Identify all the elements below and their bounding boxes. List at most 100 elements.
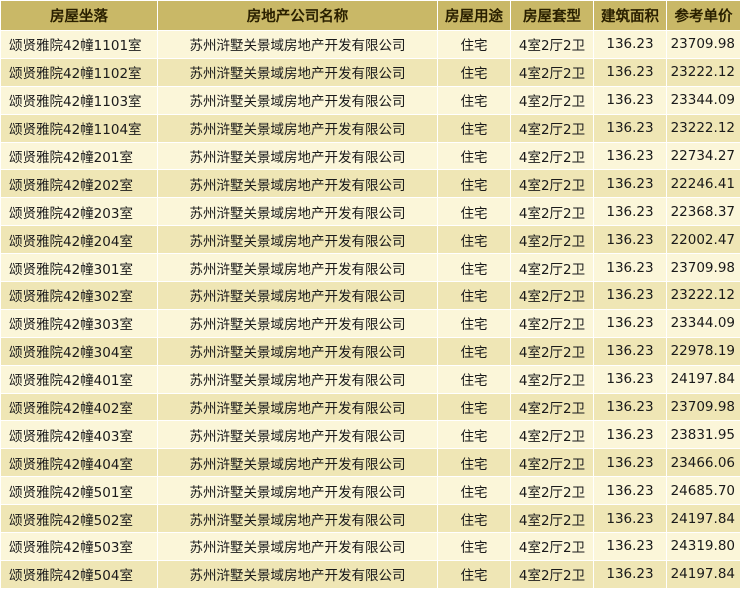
cell-unit-price: 23222.12: [667, 114, 740, 142]
cell-unit-price: 22246.41: [667, 170, 740, 198]
cell-unit-price: 24685.70: [667, 477, 740, 505]
cell-developer: 苏州浒墅关景域房地产开发有限公司: [158, 86, 438, 114]
cell-layout: 4室2厅2卫: [511, 31, 594, 59]
cell-usage: 住宅: [438, 477, 511, 505]
cell-developer: 苏州浒墅关景域房地产开发有限公司: [158, 533, 438, 561]
table-row: 颂贤雅院42幢1101室苏州浒墅关景域房地产开发有限公司住宅4室2厅2卫136.…: [1, 31, 740, 59]
cell-layout: 4室2厅2卫: [511, 86, 594, 114]
cell-developer: 苏州浒墅关景域房地产开发有限公司: [158, 421, 438, 449]
cell-area: 136.23: [594, 337, 667, 365]
cell-location: 颂贤雅院42幢302室: [1, 282, 158, 310]
cell-layout: 4室2厅2卫: [511, 114, 594, 142]
table-row: 颂贤雅院42幢401室苏州浒墅关景域房地产开发有限公司住宅4室2厅2卫136.2…: [1, 365, 740, 393]
cell-usage: 住宅: [438, 31, 511, 59]
table-row: 颂贤雅院42幢503室苏州浒墅关景域房地产开发有限公司住宅4室2厅2卫136.2…: [1, 533, 740, 561]
table-row: 颂贤雅院42幢404室苏州浒墅关景域房地产开发有限公司住宅4室2厅2卫136.2…: [1, 449, 740, 477]
table-header-row: 房屋坐落 房地产公司名称 房屋用途 房屋套型 建筑面积 参考单价: [1, 1, 740, 31]
cell-usage: 住宅: [438, 449, 511, 477]
price-table: 房屋坐落 房地产公司名称 房屋用途 房屋套型 建筑面积 参考单价 颂贤雅院42幢…: [0, 0, 740, 589]
cell-unit-price: 22978.19: [667, 337, 740, 365]
cell-developer: 苏州浒墅关景域房地产开发有限公司: [158, 254, 438, 282]
cell-area: 136.23: [594, 560, 667, 588]
cell-unit-price: 23344.09: [667, 86, 740, 114]
cell-location: 颂贤雅院42幢202室: [1, 170, 158, 198]
cell-area: 136.23: [594, 170, 667, 198]
cell-layout: 4室2厅2卫: [511, 58, 594, 86]
cell-location: 颂贤雅院42幢402室: [1, 393, 158, 421]
cell-layout: 4室2厅2卫: [511, 449, 594, 477]
table-row: 颂贤雅院42幢1103室苏州浒墅关景域房地产开发有限公司住宅4室2厅2卫136.…: [1, 86, 740, 114]
cell-unit-price: 23831.95: [667, 421, 740, 449]
cell-layout: 4室2厅2卫: [511, 309, 594, 337]
table-row: 颂贤雅院42幢203室苏州浒墅关景域房地产开发有限公司住宅4室2厅2卫136.2…: [1, 198, 740, 226]
cell-location: 颂贤雅院42幢503室: [1, 533, 158, 561]
table-row: 颂贤雅院42幢402室苏州浒墅关景域房地产开发有限公司住宅4室2厅2卫136.2…: [1, 393, 740, 421]
table-row: 颂贤雅院42幢303室苏州浒墅关景域房地产开发有限公司住宅4室2厅2卫136.2…: [1, 309, 740, 337]
cell-area: 136.23: [594, 533, 667, 561]
cell-area: 136.23: [594, 477, 667, 505]
cell-area: 136.23: [594, 254, 667, 282]
cell-unit-price: 22368.37: [667, 198, 740, 226]
cell-unit-price: 23709.98: [667, 254, 740, 282]
table-row: 颂贤雅院42幢202室苏州浒墅关景域房地产开发有限公司住宅4室2厅2卫136.2…: [1, 170, 740, 198]
cell-layout: 4室2厅2卫: [511, 533, 594, 561]
cell-location: 颂贤雅院42幢502室: [1, 505, 158, 533]
cell-area: 136.23: [594, 309, 667, 337]
cell-usage: 住宅: [438, 309, 511, 337]
cell-area: 136.23: [594, 282, 667, 310]
table-row: 颂贤雅院42幢1104室苏州浒墅关景域房地产开发有限公司住宅4室2厅2卫136.…: [1, 114, 740, 142]
cell-unit-price: 24197.84: [667, 505, 740, 533]
cell-layout: 4室2厅2卫: [511, 337, 594, 365]
cell-usage: 住宅: [438, 142, 511, 170]
cell-usage: 住宅: [438, 533, 511, 561]
cell-usage: 住宅: [438, 58, 511, 86]
cell-unit-price: 23709.98: [667, 31, 740, 59]
cell-layout: 4室2厅2卫: [511, 393, 594, 421]
cell-area: 136.23: [594, 226, 667, 254]
cell-unit-price: 22734.27: [667, 142, 740, 170]
cell-usage: 住宅: [438, 170, 511, 198]
cell-location: 颂贤雅院42幢303室: [1, 309, 158, 337]
cell-layout: 4室2厅2卫: [511, 421, 594, 449]
cell-developer: 苏州浒墅关景域房地产开发有限公司: [158, 282, 438, 310]
table-body: 颂贤雅院42幢1101室苏州浒墅关景域房地产开发有限公司住宅4室2厅2卫136.…: [1, 31, 740, 589]
cell-developer: 苏州浒墅关景域房地产开发有限公司: [158, 337, 438, 365]
cell-location: 颂贤雅院42幢404室: [1, 449, 158, 477]
cell-location: 颂贤雅院42幢504室: [1, 560, 158, 588]
cell-unit-price: 24319.80: [667, 533, 740, 561]
cell-developer: 苏州浒墅关景域房地产开发有限公司: [158, 560, 438, 588]
table-row: 颂贤雅院42幢204室苏州浒墅关景域房地产开发有限公司住宅4室2厅2卫136.2…: [1, 226, 740, 254]
table-row: 颂贤雅院42幢502室苏州浒墅关景域房地产开发有限公司住宅4室2厅2卫136.2…: [1, 505, 740, 533]
header-usage: 房屋用途: [438, 1, 511, 31]
table-row: 颂贤雅院42幢302室苏州浒墅关景域房地产开发有限公司住宅4室2厅2卫136.2…: [1, 282, 740, 310]
cell-area: 136.23: [594, 31, 667, 59]
cell-area: 136.23: [594, 142, 667, 170]
cell-location: 颂贤雅院42幢1104室: [1, 114, 158, 142]
cell-unit-price: 24197.84: [667, 560, 740, 588]
cell-developer: 苏州浒墅关景域房地产开发有限公司: [158, 58, 438, 86]
cell-usage: 住宅: [438, 365, 511, 393]
cell-usage: 住宅: [438, 337, 511, 365]
cell-usage: 住宅: [438, 114, 511, 142]
cell-location: 颂贤雅院42幢1101室: [1, 31, 158, 59]
cell-unit-price: 23466.06: [667, 449, 740, 477]
cell-usage: 住宅: [438, 393, 511, 421]
cell-developer: 苏州浒墅关景域房地产开发有限公司: [158, 393, 438, 421]
header-location: 房屋坐落: [1, 1, 158, 31]
cell-unit-price: 24197.84: [667, 365, 740, 393]
cell-location: 颂贤雅院42幢201室: [1, 142, 158, 170]
cell-developer: 苏州浒墅关景域房地产开发有限公司: [158, 31, 438, 59]
cell-location: 颂贤雅院42幢403室: [1, 421, 158, 449]
cell-unit-price: 23222.12: [667, 282, 740, 310]
table-row: 颂贤雅院42幢304室苏州浒墅关景域房地产开发有限公司住宅4室2厅2卫136.2…: [1, 337, 740, 365]
cell-usage: 住宅: [438, 226, 511, 254]
cell-layout: 4室2厅2卫: [511, 477, 594, 505]
cell-layout: 4室2厅2卫: [511, 560, 594, 588]
cell-area: 136.23: [594, 449, 667, 477]
cell-usage: 住宅: [438, 282, 511, 310]
cell-layout: 4室2厅2卫: [511, 142, 594, 170]
header-developer: 房地产公司名称: [158, 1, 438, 31]
table-row: 颂贤雅院42幢301室苏州浒墅关景域房地产开发有限公司住宅4室2厅2卫136.2…: [1, 254, 740, 282]
cell-unit-price: 23709.98: [667, 393, 740, 421]
cell-layout: 4室2厅2卫: [511, 505, 594, 533]
